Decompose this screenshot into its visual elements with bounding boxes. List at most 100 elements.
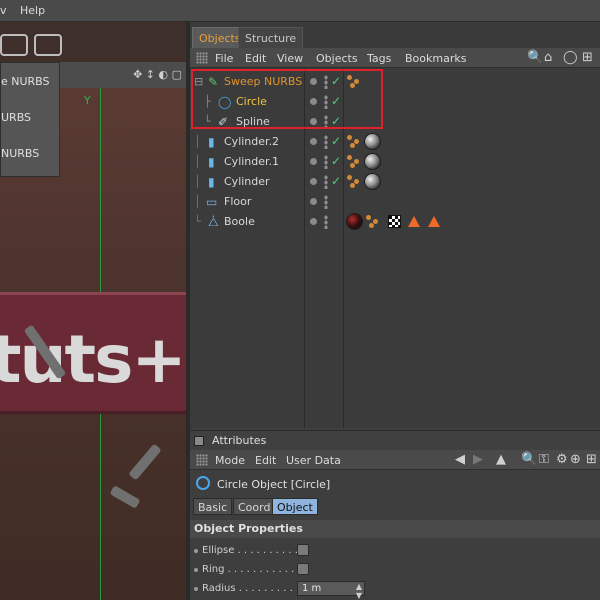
eye-icon[interactable]: ◯ bbox=[563, 50, 578, 65]
menu-edit[interactable]: Edit bbox=[255, 454, 276, 467]
ring-checkbox[interactable] bbox=[297, 563, 309, 575]
menu-help[interactable]: Help bbox=[20, 4, 45, 17]
object-row-floor[interactable]: │ ▭ Floor bbox=[190, 192, 600, 212]
attributes-header: Attributes bbox=[190, 430, 600, 450]
grip-icon[interactable] bbox=[196, 52, 208, 64]
home-icon[interactable]: ⌂ bbox=[544, 50, 552, 65]
visibility-dot[interactable] bbox=[310, 178, 317, 185]
menu-edit[interactable]: Edit bbox=[245, 52, 266, 65]
tab-basic[interactable]: Basic bbox=[193, 498, 233, 515]
tree-line: │ bbox=[194, 135, 201, 148]
ring-property: Ring . . . . . . . . . . . . bbox=[190, 561, 600, 579]
render-dots[interactable] bbox=[324, 175, 328, 189]
tab-object[interactable]: Object bbox=[272, 498, 318, 515]
enabled-check-icon[interactable]: ✓ bbox=[331, 154, 341, 168]
lock-icon[interactable]: ⚿ bbox=[539, 452, 549, 467]
dropdown-item[interactable]: e NURBS bbox=[1, 75, 61, 88]
xpresso-tag-icon[interactable] bbox=[347, 175, 361, 189]
dropdown-item[interactable]: NURBS bbox=[1, 147, 61, 160]
menu-view[interactable]: v bbox=[0, 4, 7, 17]
render-dots[interactable] bbox=[324, 195, 328, 209]
new-view-icon[interactable]: ⊞ bbox=[582, 50, 593, 65]
object-row-cylinder-1[interactable]: │ ▮ Cylinder.1 ✓ bbox=[190, 152, 600, 172]
visibility-dot[interactable] bbox=[310, 218, 317, 225]
visibility-dot[interactable] bbox=[310, 158, 317, 165]
render-tag-icon[interactable] bbox=[428, 216, 440, 227]
search-icon[interactable]: 🔍 bbox=[527, 50, 543, 65]
dropdown-item[interactable]: URBS bbox=[1, 111, 61, 124]
new-view-icon[interactable]: ⊕ bbox=[570, 452, 581, 467]
menu-user-data[interactable]: User Data bbox=[286, 454, 341, 467]
material-tag-icon[interactable] bbox=[364, 173, 381, 190]
attributes-title: Attributes bbox=[212, 434, 267, 447]
new-panel-icon[interactable]: ⊞ bbox=[586, 452, 597, 467]
up-arrow-icon[interactable]: ▲ bbox=[496, 452, 506, 467]
viewport-3d[interactable]: tuts+ ✥ ↕ ◐ ▢ Y e NURBS URBS NURBS bbox=[0, 22, 186, 600]
object-manager-menu: File Edit View Objects Tags Bookmarks 🔍 … bbox=[190, 48, 600, 68]
render-dots[interactable] bbox=[324, 135, 328, 149]
circle-object-icon bbox=[196, 476, 210, 490]
enabled-check-icon[interactable]: ✓ bbox=[331, 134, 341, 148]
attributes-tabs: Basic Coord Object bbox=[190, 498, 600, 516]
menu-bar: v Help bbox=[0, 0, 600, 22]
floor-icon: ▭ bbox=[206, 195, 218, 209]
texture-tag-icon[interactable] bbox=[388, 215, 401, 228]
object-name[interactable]: Cylinder bbox=[224, 175, 270, 188]
cylinder-icon: ▮ bbox=[208, 135, 215, 149]
cylinder-icon: ▮ bbox=[208, 175, 215, 189]
menu-objects[interactable]: Objects bbox=[316, 52, 358, 65]
viewport-layout-icon[interactable] bbox=[0, 34, 28, 56]
object-properties-heading: Object Properties bbox=[190, 520, 600, 538]
viewport-layout-icon[interactable] bbox=[34, 34, 62, 56]
back-arrow-icon[interactable]: ◀ bbox=[455, 452, 465, 467]
tab-coord[interactable]: Coord bbox=[233, 498, 276, 515]
search-icon[interactable]: 🔍 bbox=[521, 452, 537, 467]
menu-mode[interactable]: Mode bbox=[215, 454, 245, 467]
menu-file[interactable]: File bbox=[215, 52, 233, 65]
xpresso-tag-icon[interactable] bbox=[366, 215, 380, 229]
y-axis-label: Y bbox=[84, 94, 91, 107]
material-tag-icon[interactable] bbox=[364, 133, 381, 150]
manager-tabs: Objects Structure bbox=[190, 22, 600, 48]
tab-structure[interactable]: Structure bbox=[238, 27, 304, 48]
radius-value: 1 m bbox=[302, 583, 322, 594]
tree-line: └ bbox=[194, 215, 201, 228]
grip-icon[interactable] bbox=[196, 454, 208, 466]
enabled-check-icon[interactable]: ✓ bbox=[331, 174, 341, 188]
menu-tags[interactable]: Tags bbox=[367, 52, 391, 65]
tuts-sign: tuts+ bbox=[0, 292, 186, 414]
material-tag-icon[interactable] bbox=[346, 213, 363, 230]
object-row-boole[interactable]: └ ⧊ Boole bbox=[190, 212, 600, 232]
material-tag-icon[interactable] bbox=[364, 153, 381, 170]
ring-label: Ring . . . . . . . . . . . . bbox=[202, 564, 301, 575]
object-title-text: Circle Object [Circle] bbox=[217, 478, 331, 491]
visibility-dot[interactable] bbox=[310, 138, 317, 145]
object-row-cylinder[interactable]: │ ▮ Cylinder ✓ bbox=[190, 172, 600, 192]
spinner-arrows-icon[interactable]: ▲ ▼ bbox=[356, 582, 362, 600]
tree-line: │ bbox=[194, 175, 201, 188]
render-tag-icon[interactable] bbox=[408, 216, 420, 227]
object-name[interactable]: Cylinder.1 bbox=[224, 155, 279, 168]
xpresso-tag-icon[interactable] bbox=[347, 135, 361, 149]
tree-line: │ bbox=[194, 155, 201, 168]
viewport-nav-icons[interactable]: ✥ ↕ ◐ ▢ bbox=[133, 68, 182, 81]
visibility-dot[interactable] bbox=[310, 198, 317, 205]
object-name[interactable]: Cylinder.2 bbox=[224, 135, 279, 148]
object-name[interactable]: Boole bbox=[224, 215, 255, 228]
radius-property: Radius . . . . . . . . . . 1 m ▲ ▼ bbox=[190, 580, 600, 600]
radius-label: Radius . . . . . . . . . . bbox=[202, 583, 300, 594]
radius-input[interactable]: 1 m ▲ ▼ bbox=[297, 581, 365, 600]
xpresso-tag-icon[interactable] bbox=[347, 155, 361, 169]
forward-arrow-icon[interactable]: ▶ bbox=[473, 452, 483, 467]
ellipse-checkbox[interactable] bbox=[297, 544, 309, 556]
menu-view[interactable]: View bbox=[277, 52, 303, 65]
object-row-cylinder-2[interactable]: │ ▮ Cylinder.2 ✓ bbox=[190, 132, 600, 152]
menu-bookmarks[interactable]: Bookmarks bbox=[405, 52, 466, 65]
settings-icon[interactable]: ⚙ bbox=[556, 452, 568, 467]
tree-line: │ bbox=[194, 195, 201, 208]
object-name[interactable]: Floor bbox=[224, 195, 251, 208]
property-bullet bbox=[194, 568, 198, 572]
render-dots[interactable] bbox=[324, 155, 328, 169]
render-dots[interactable] bbox=[324, 215, 328, 229]
panel-icon[interactable] bbox=[194, 436, 204, 446]
